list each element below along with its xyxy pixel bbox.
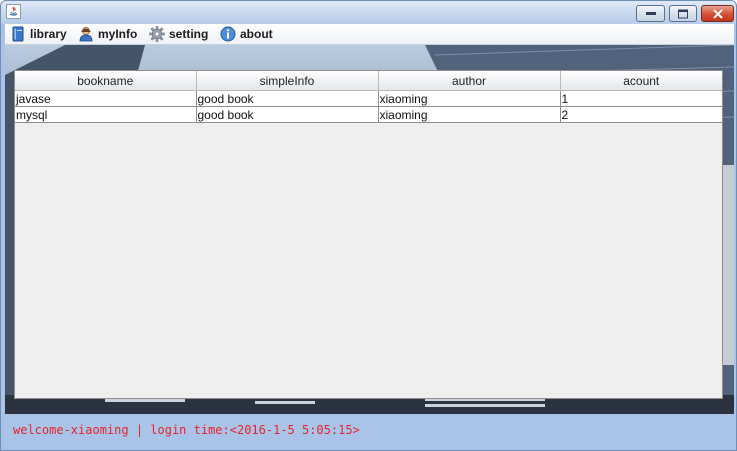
maximize-button[interactable] [669, 5, 697, 22]
column-header-acount[interactable]: acount [560, 71, 722, 91]
title-bar[interactable] [1, 1, 736, 24]
column-header-bookname[interactable]: bookname [15, 71, 197, 91]
table-cell[interactable]: 1 [560, 90, 722, 107]
user-icon [79, 27, 93, 42]
menu-library-label: library [30, 27, 67, 41]
java-app-icon [6, 4, 21, 19]
close-button[interactable] [701, 5, 734, 22]
table-cell[interactable]: good book [196, 106, 379, 123]
status-text: welcome-xiaoming | login time:<2016-1-5 … [13, 423, 360, 437]
column-header-simpleinfo[interactable]: simpleInfo [196, 71, 379, 91]
gear-icon [149, 26, 165, 42]
menu-library[interactable]: library [10, 24, 67, 44]
table-row[interactable]: mysql good book xiaoming 2 [15, 106, 722, 123]
maximize-icon [678, 9, 688, 18]
books-table[interactable]: bookname simpleInfo author acount javase… [14, 70, 723, 399]
menu-setting[interactable]: setting [149, 24, 208, 44]
menu-about-label: about [240, 27, 273, 41]
table-cell[interactable]: 2 [560, 106, 722, 123]
menu-setting-label: setting [169, 27, 209, 41]
menu-bar: library myInfo setting about [5, 24, 734, 45]
column-header-author[interactable]: author [378, 71, 561, 91]
close-icon [712, 9, 723, 18]
status-bar: welcome-xiaoming | login time:<2016-1-5 … [5, 414, 734, 448]
table-cell[interactable]: mysql [15, 106, 197, 123]
table-row[interactable]: javase good book xiaoming 1 [15, 90, 722, 107]
table-cell[interactable]: xiaoming [378, 90, 561, 107]
menu-myinfo-label: myInfo [98, 27, 138, 41]
menu-about[interactable]: about [220, 24, 273, 44]
table-cell[interactable]: xiaoming [378, 106, 561, 123]
book-icon [12, 26, 24, 42]
minimize-icon [645, 11, 656, 15]
app-window: library myInfo setting about bookname si… [0, 0, 737, 451]
table-header-row: bookname simpleInfo author acount [15, 71, 722, 91]
table-cell[interactable]: javase [15, 90, 197, 107]
info-icon [220, 26, 236, 42]
minimize-button[interactable] [636, 5, 665, 22]
menu-myinfo[interactable]: myInfo [78, 24, 137, 44]
table-cell[interactable]: good book [196, 90, 379, 107]
